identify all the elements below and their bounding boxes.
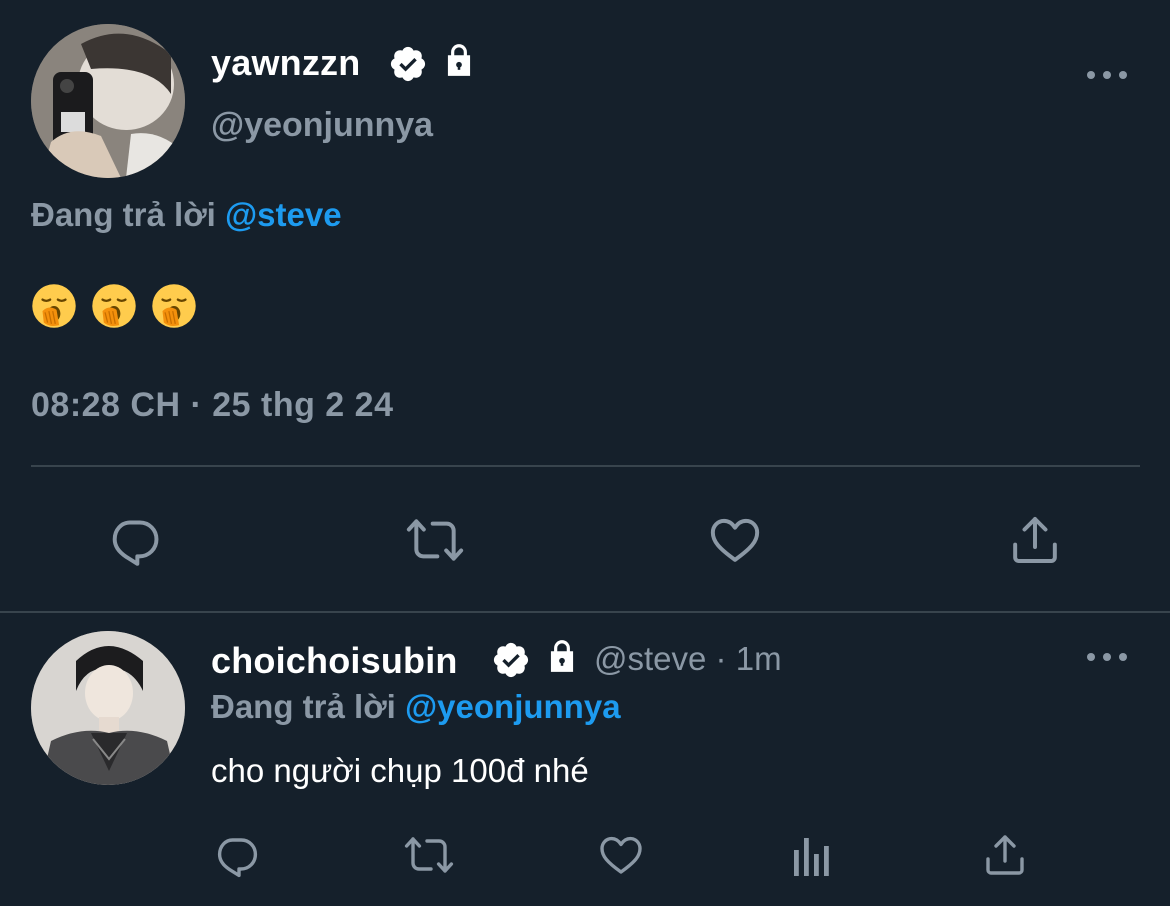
divider [31,465,1140,467]
replying-prefix: Đang trả lời [211,688,396,725]
reply-author-avatar[interactable] [31,631,185,785]
reply-icon [112,520,159,566]
author-display-name[interactable]: yawnzzn [211,42,360,84]
reply-icon [217,838,258,878]
reply-time-ago[interactable]: 1m [736,640,782,677]
retweet-button[interactable] [400,830,458,880]
reply-tweet-text: cho người chụp 100đ nhé [211,752,589,789]
replying-to-mention[interactable]: @steve [225,196,342,233]
retweet-button[interactable] [402,510,468,570]
section-divider [0,611,1170,613]
lock-icon [440,40,478,85]
author-handle[interactable]: @yeonjunnya [211,106,433,145]
share-icon [1013,517,1057,563]
reply-button[interactable] [212,830,262,880]
reply-author-avatar-image [31,631,185,785]
author-avatar-image [31,24,185,178]
meta-separator: · [715,640,727,677]
views-button[interactable] [790,832,834,880]
replying-to-mention[interactable]: @yeonjunnya [405,688,621,725]
reply-author-handle[interactable]: @steve [594,640,706,677]
verified-badge-icon [388,44,428,89]
yawning-face-emoji [32,284,76,328]
reply-author-display-name[interactable]: choichoisubin [211,640,458,682]
share-icon [986,835,1024,875]
more-options-icon[interactable] [1087,651,1127,663]
retweet-icon [404,837,454,873]
share-button[interactable] [1005,510,1065,570]
author-avatar[interactable] [31,24,185,178]
yawning-face-emoji [92,284,136,328]
replying-to-line: Đang trả lời @steve [31,196,342,234]
reply-replying-to-line: Đang trả lời @yeonjunnya [211,688,621,726]
views-icon [794,838,829,876]
yawning-face-emoji [152,284,196,328]
share-button[interactable] [980,830,1030,880]
reply-button[interactable] [104,510,166,570]
like-icon [600,836,642,874]
like-button[interactable] [596,830,646,880]
like-button[interactable] [705,510,765,570]
replying-prefix: Đang trả lời [31,196,216,233]
verified-badge-icon [491,640,531,685]
tweet-timestamp[interactable]: 08:28 CH · 25 thg 2 24 [31,386,393,425]
lock-icon [543,636,581,681]
tweet-content [31,283,197,329]
like-icon [710,518,760,562]
reply-meta: @steve · 1m [594,640,782,678]
retweet-icon [406,519,464,561]
more-options-icon[interactable] [1087,69,1127,81]
